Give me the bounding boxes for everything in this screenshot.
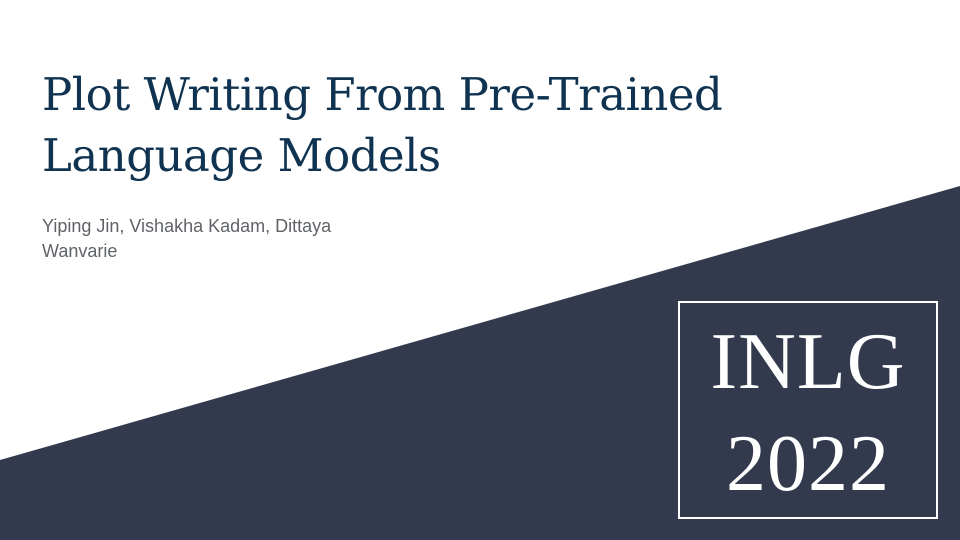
authors-line-2: Wanvarie <box>42 241 118 261</box>
slide-title-line-1: Plot Writing From Pre-Trained <box>42 68 723 121</box>
conference-badge: INLG 2022 <box>678 301 938 519</box>
slide-title-line-2: Language Models <box>42 129 441 182</box>
authors-line-1: Yiping Jin, Vishakha Kadam, Dittaya <box>42 216 332 236</box>
conference-year: 2022 <box>726 420 890 508</box>
slide: Plot Writing From Pre-Trained Language M… <box>0 0 960 540</box>
slide-title: Plot Writing From Pre-Trained Language M… <box>42 64 842 186</box>
conference-name: INLG <box>710 318 906 406</box>
authors: Yiping Jin, Vishakha Kadam, Dittaya Wanv… <box>42 214 422 264</box>
